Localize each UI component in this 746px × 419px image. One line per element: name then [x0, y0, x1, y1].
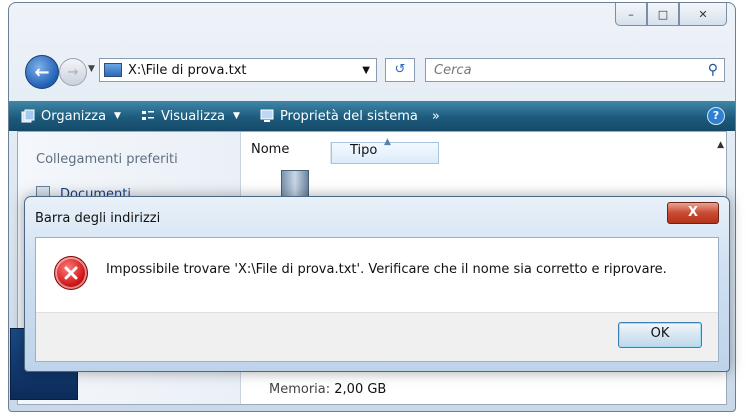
search-icon[interactable]: ⚲	[708, 62, 718, 78]
help-icon[interactable]: ?	[707, 107, 725, 125]
address-dropdown-icon[interactable]: ▼	[362, 65, 370, 76]
scroll-up-arrow[interactable]: ▲	[717, 140, 724, 150]
toolbar-overflow-button[interactable]: »	[432, 109, 440, 124]
close-window-button[interactable]: ✕	[679, 3, 727, 26]
dialog-title: Barra degli indirizzi	[35, 211, 161, 226]
minimize-button[interactable]: –	[615, 3, 647, 26]
organize-label: Organizza	[41, 108, 107, 124]
navigation-bar: ← → ▼ X:\File di prova.txt ▼ ↺ Cerca ⚲	[25, 55, 725, 89]
system-properties-label: Proprietà del sistema	[279, 108, 418, 124]
overflow-icon: »	[431, 108, 440, 124]
organize-dropdown-icon: ▼	[114, 111, 121, 121]
dialog-body: Impossibile trovare 'X:\File di prova.tx…	[35, 237, 719, 362]
dialog-footer: OK	[36, 312, 718, 361]
organize-button[interactable]: Organizza ▼	[21, 109, 121, 124]
views-dropdown-icon: ▼	[233, 111, 240, 121]
search-placeholder: Cerca	[434, 62, 472, 78]
refresh-button[interactable]: ↺	[385, 58, 415, 82]
forward-button[interactable]: →	[59, 58, 87, 86]
column-headers: Nome ▲ Tipo	[241, 137, 439, 164]
error-dialog: Barra degli indirizzi X Impossibile trov…	[24, 196, 730, 372]
system-properties-button[interactable]: Proprietà del sistema	[260, 109, 418, 124]
favorite-links-header: Collegamenti preferiti	[36, 152, 178, 167]
back-button[interactable]: ←	[25, 55, 59, 89]
error-icon	[54, 256, 88, 290]
column-header-type-label: Tipo	[350, 143, 378, 158]
back-arrow-icon: ←	[34, 61, 50, 83]
views-button[interactable]: Visualizza ▼	[141, 109, 240, 124]
memory-detail: Memoria: 2,00 GB	[269, 382, 386, 397]
forward-arrow-icon: →	[67, 64, 79, 80]
views-label: Visualizza	[160, 108, 226, 124]
system-properties-icon	[260, 109, 274, 122]
error-message: Impossibile trovare 'X:\File di prova.tx…	[106, 262, 667, 277]
sort-ascending-icon: ▲	[384, 137, 391, 147]
memory-label: Memoria:	[269, 382, 331, 397]
column-header-type[interactable]: ▲ Tipo	[331, 137, 439, 164]
history-dropdown-icon[interactable]: ▼	[88, 64, 95, 74]
memory-value: 2,00 GB	[334, 382, 387, 397]
address-bar[interactable]: X:\File di prova.txt ▼	[99, 58, 377, 82]
search-box[interactable]: Cerca ⚲	[425, 58, 725, 82]
window-controls: – □ ✕	[615, 3, 727, 26]
views-icon	[141, 111, 154, 120]
dialog-close-button[interactable]: X	[667, 202, 719, 224]
ok-button[interactable]: OK	[618, 322, 702, 348]
maximize-button[interactable]: □	[647, 3, 679, 26]
column-header-name[interactable]: Nome	[241, 142, 331, 164]
command-toolbar: Organizza ▼ Visualizza ▼ Proprietà del s…	[9, 101, 735, 131]
refresh-icon: ↺	[394, 62, 406, 77]
address-text: X:\File di prova.txt	[128, 62, 247, 78]
computer-icon	[104, 63, 122, 77]
organize-icon	[21, 109, 35, 123]
